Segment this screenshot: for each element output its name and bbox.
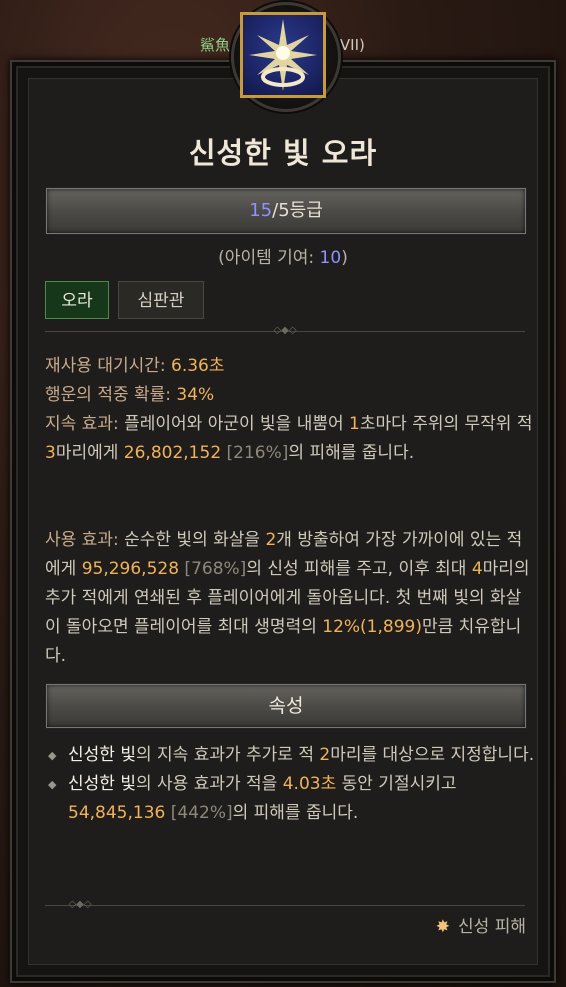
holy-light-aura-icon xyxy=(240,12,326,98)
luck-line: 행운의 적중 확률: 34% xyxy=(45,385,215,405)
attributes-header: 속성 xyxy=(45,683,527,729)
attribute-item: ◆ 신성한 빛의 지속 효과가 추가로 적 2마리를 대상으로 지정합니다. xyxy=(48,741,538,770)
skill-title: 신성한 빛 오라 xyxy=(188,136,378,170)
passive-effect: 지속 효과: 플레이어와 아군이 빛을 내뿜어 1초마다 주위의 무작위 적 3… xyxy=(45,414,533,463)
active-effect: 사용 효과: 순수한 빛의 화살을 2개 방출하여 가장 가까이에 있는 적에게… xyxy=(45,530,530,666)
rank-suffix: /5등급 xyxy=(272,200,323,221)
bullet-icon: ◆ xyxy=(48,778,57,791)
tag-judicator: 심판관 xyxy=(118,281,204,319)
bullet-icon: ◆ xyxy=(48,749,57,762)
damage-type: ✸ 신성 피해 xyxy=(435,917,526,937)
holy-spark-icon: ✸ xyxy=(435,917,451,937)
cooldown-line: 재사용 대기시간: 6.36초 xyxy=(45,356,225,376)
stats-block: 재사용 대기시간: 6.36초 행운의 적중 확률: 34% 지속 효과: 플레… xyxy=(45,352,535,468)
rank-current: 15 xyxy=(249,200,273,221)
divider: ◇◆◇ xyxy=(45,326,525,336)
rank-bar: 15/5등급 xyxy=(45,187,527,235)
attribute-item: ◆ 신성한 빛의 사용 효과가 적을 4.03초 동안 기절시키고 54,845… xyxy=(48,770,538,828)
attributes-list: ◆ 신성한 빛의 지속 효과가 추가로 적 2마리를 대상으로 지정합니다. ◆… xyxy=(48,741,538,828)
divider-bottom: ◇◆◇ xyxy=(45,900,525,910)
tag-aura: 오라 xyxy=(45,281,109,319)
item-contribution: (아이템 기여: 10) xyxy=(218,248,348,268)
